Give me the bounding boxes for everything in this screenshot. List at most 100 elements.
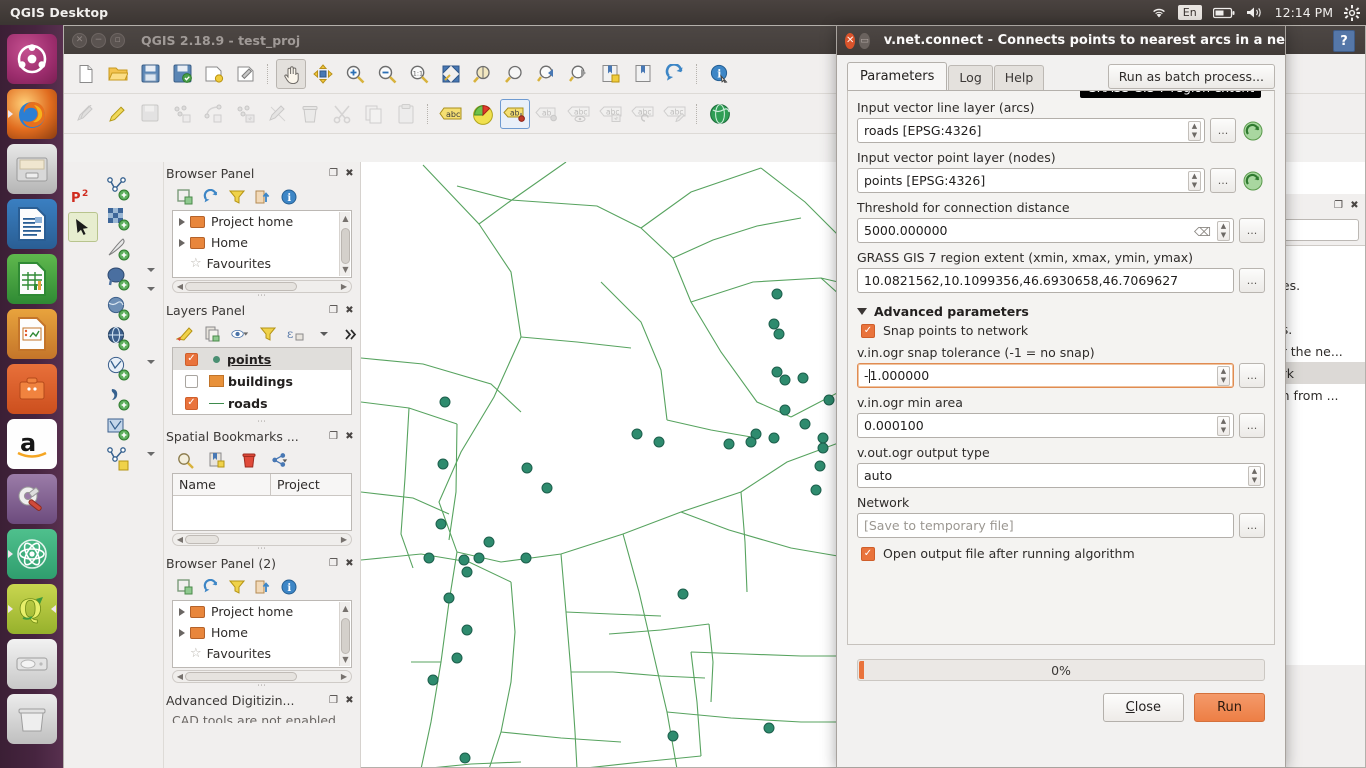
arcs-refresh-icon[interactable] — [1241, 119, 1265, 143]
zoom-out-icon[interactable] — [372, 59, 402, 89]
threshold-spinner-icon[interactable]: ▲ ▼ — [1217, 221, 1230, 241]
min-area-input[interactable]: 0.000100 ▲ ▼ — [857, 413, 1234, 438]
add-vector-layer-icon[interactable] — [104, 174, 134, 204]
arcs-layer-combo[interactable]: roads [EPSG:4326] ▲ ▼ — [857, 118, 1205, 143]
nodes-refresh-icon[interactable] — [1241, 169, 1265, 193]
processing-search-input[interactable] — [1276, 219, 1359, 241]
column-header-project[interactable]: Project — [271, 474, 326, 495]
keyboard-layout-indicator[interactable]: En — [1177, 5, 1202, 20]
tab-parameters[interactable]: Parameters — [847, 62, 948, 90]
zoom-to-bookmark-icon[interactable] — [176, 451, 194, 469]
pan-map-icon[interactable] — [276, 58, 306, 89]
save-layer-edits-icon[interactable] — [135, 99, 165, 129]
style-manager-icon[interactable] — [176, 325, 194, 343]
layers-panel-float-button[interactable]: ❐ — [327, 304, 340, 317]
filter-legend-icon[interactable] — [259, 325, 277, 343]
layer-item-buildings[interactable]: buildings — [173, 370, 351, 392]
diagram-icon[interactable] — [468, 99, 498, 129]
new-print-composer-icon[interactable] — [199, 59, 229, 89]
scroll-up-icon[interactable]: ▲ — [340, 212, 351, 225]
qgis-minimize-button[interactable]: − — [91, 32, 106, 48]
layer-visibility-checkbox[interactable] — [185, 374, 198, 388]
toggle-editing-icon[interactable] — [103, 99, 133, 129]
layers-tree[interactable]: ✓ points buildings ✓ roads — [172, 347, 352, 415]
add-selected-layers-icon[interactable] — [176, 578, 194, 596]
highlight-labels-icon[interactable]: abc — [564, 99, 594, 129]
launcher-qgis[interactable]: Q — [6, 584, 57, 634]
add-bookmark-icon[interactable] — [208, 451, 226, 469]
manage-visibility-icon[interactable] — [231, 325, 249, 343]
scroll-right-icon[interactable]: ▶ — [338, 281, 350, 292]
layer-visibility-checkbox[interactable]: ✓ — [185, 352, 198, 366]
zoom-to-layer-icon[interactable] — [468, 59, 498, 89]
snap-points-row[interactable]: ✓ Snap points to network — [861, 323, 1265, 338]
node-tool-icon[interactable] — [263, 99, 293, 129]
launcher-amazon[interactable]: a — [6, 419, 57, 469]
filter-icon[interactable] — [228, 578, 246, 596]
browser-panel-float-button[interactable]: ❐ — [327, 167, 340, 180]
collapse-all-icon[interactable] — [254, 578, 272, 596]
combo-spinner-icon[interactable]: ▲ ▼ — [1188, 171, 1201, 191]
volume-icon[interactable] — [1246, 6, 1264, 19]
add-virtual-layer-icon[interactable] — [104, 384, 134, 414]
minimize-icon[interactable]: ▭ — [859, 32, 870, 49]
browser2-tree[interactable]: Project home Home ☆ Favourites ▲ ▼ — [172, 600, 352, 668]
paste-features-icon[interactable] — [391, 99, 421, 129]
add-line-feature-icon[interactable] — [199, 99, 229, 129]
move-feature-icon[interactable] — [231, 99, 261, 129]
qgis-maximize-button[interactable]: ▫ — [110, 32, 125, 48]
scroll-up-icon[interactable]: ▲ — [340, 602, 351, 615]
zoom-next-icon[interactable] — [564, 59, 594, 89]
scroll-thumb[interactable] — [341, 618, 350, 654]
tree-item-favourites[interactable]: ☆ Favourites — [173, 643, 351, 664]
select-features-icon[interactable] — [68, 212, 98, 242]
properties-icon[interactable]: i — [280, 188, 298, 206]
browser2-panel-float-button[interactable]: ❐ — [327, 557, 340, 570]
label-icon[interactable]: abc — [436, 99, 466, 129]
memory-dropdown-arrow-icon[interactable] — [136, 366, 166, 458]
launcher-disk[interactable] — [6, 639, 57, 689]
new-memory-layer-icon[interactable] — [104, 444, 134, 474]
browser2-panel-close-button[interactable]: ✖ — [343, 557, 356, 570]
nodes-browse-button[interactable]: ... — [1210, 168, 1236, 193]
combo-spinner-icon[interactable]: ▲ ▼ — [1248, 466, 1261, 486]
save-project-icon[interactable] — [135, 59, 165, 89]
dialog-titlebar[interactable]: ✕ ▭ v.net.connect - Connects points to n… — [837, 26, 1285, 55]
pan-to-selection-icon[interactable] — [308, 59, 338, 89]
refresh-icon[interactable] — [202, 578, 220, 596]
add-postgis-layer-icon[interactable] — [104, 264, 134, 294]
pin-labels-icon[interactable]: ab — [500, 98, 530, 129]
show-hide-labels-icon[interactable]: ab — [532, 99, 562, 129]
overflow-icon[interactable] — [342, 325, 360, 343]
delete-selected-icon[interactable] — [295, 99, 325, 129]
close-icon[interactable]: ✕ — [845, 32, 856, 49]
copy-features-icon[interactable] — [359, 99, 389, 129]
change-label-icon[interactable]: abc — [660, 99, 690, 129]
threshold-input[interactable]: 5000.000000 ⌫ ▲ ▼ — [857, 218, 1234, 243]
clear-icon[interactable]: ⌫ — [1194, 225, 1211, 239]
launcher-system-settings[interactable] — [6, 474, 57, 524]
tree-item-home[interactable]: Home — [173, 622, 351, 643]
clock[interactable]: 12:14 PM — [1275, 5, 1333, 20]
processing-panel-float-button[interactable]: ❐ — [1332, 199, 1345, 212]
arcs-browse-button[interactable]: ... — [1210, 118, 1236, 143]
postgis-dropdown-arrow-icon[interactable] — [136, 214, 166, 274]
browser-tree[interactable]: Project home Home ☆ Favourites ▲ ▼ — [172, 210, 352, 278]
browser-hscrollbar[interactable]: ◀ ▶ — [172, 280, 352, 293]
tab-log[interactable]: Log — [948, 65, 993, 90]
add-wfs-layer-icon[interactable] — [104, 354, 134, 384]
expand-triangle-icon[interactable] — [179, 217, 185, 226]
launcher-files[interactable] — [6, 144, 57, 194]
properties-icon[interactable]: i — [280, 578, 298, 596]
advanced-parameters-toggle[interactable]: Advanced parameters — [857, 304, 1265, 319]
help-icon[interactable]: ? — [1333, 30, 1355, 52]
run-as-batch-button[interactable]: Run as batch process... — [1107, 64, 1275, 89]
close-button[interactable]: Close — [1102, 693, 1185, 722]
snap-tolerance-input[interactable]: -1.000000 ▲ ▼ — [857, 363, 1234, 388]
rotate-label-icon[interactable]: abc — [628, 99, 658, 129]
expand-triangle-icon[interactable] — [179, 238, 185, 247]
launcher-libreoffice-impress[interactable] — [6, 309, 57, 359]
current-edits-icon[interactable] — [71, 99, 101, 129]
bookmarks-hscrollbar[interactable]: ◀ ▶ — [172, 533, 352, 546]
tree-item-home[interactable]: Home — [173, 232, 351, 253]
